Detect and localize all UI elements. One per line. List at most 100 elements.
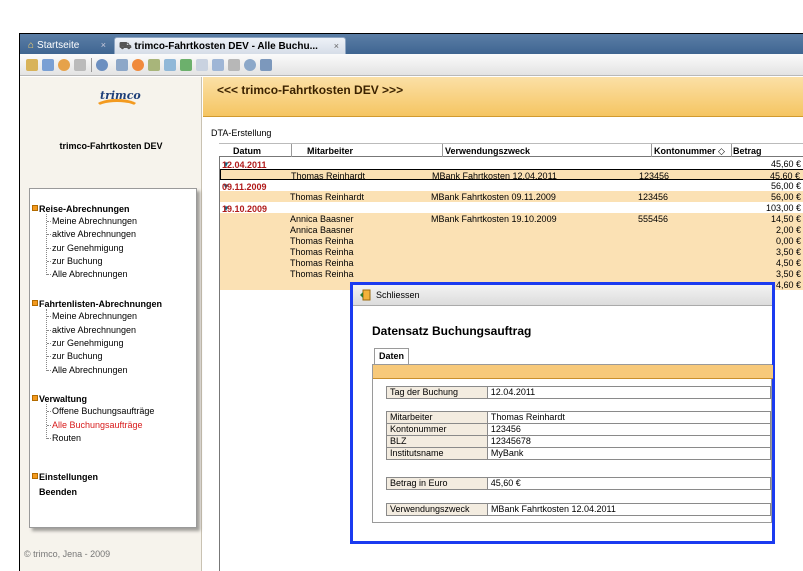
cell-account: 555456: [638, 214, 669, 224]
tab-startseite[interactable]: ⌂ Startseite ×: [24, 37, 112, 54]
table-row[interactable]: Thomas Reinha 3,50 €: [220, 246, 803, 257]
copyright: © trimco, Jena - 2009: [24, 549, 111, 559]
tool-icon[interactable]: [148, 59, 160, 71]
toolbar: [20, 54, 803, 76]
column-header-kontonummer[interactable]: Kontonummer ◇: [654, 146, 725, 157]
menu-item[interactable]: zur Buchung: [47, 256, 103, 266]
column-header-mitarbeiter[interactable]: Mitarbeiter: [307, 146, 353, 156]
tab-daten[interactable]: Daten: [374, 348, 410, 364]
menu-item[interactable]: aktive Abrechnungen: [47, 325, 136, 335]
home-icon: ⌂: [28, 40, 35, 51]
cell-employee: Thomas Reinha: [290, 258, 354, 268]
field-value: 123456: [486, 423, 772, 436]
collapse-icon[interactable]: [32, 300, 38, 306]
menu-group-fahrtenlisten[interactable]: Fahrtenlisten-Abrechnungen: [32, 299, 162, 309]
cell-amount: 3,50 €: [775, 247, 801, 257]
dialog-toolbar: Schliessen: [353, 285, 772, 306]
cell-amount: 4,60 €: [775, 280, 801, 290]
close-icon[interactable]: ×: [334, 38, 339, 55]
collapse-icon[interactable]: [32, 395, 38, 401]
copy-icon[interactable]: [74, 59, 86, 71]
column-separator: [651, 144, 652, 157]
menu-item[interactable]: zur Buchung: [47, 351, 103, 361]
refresh-icon[interactable]: [132, 59, 144, 71]
car-icon: ⛟: [119, 41, 135, 52]
group-sum: 56,00 €: [770, 181, 801, 191]
group-sum: 45,60 €: [770, 159, 801, 169]
menu-item[interactable]: Meine Abrechnungen: [47, 216, 137, 226]
tool-icon[interactable]: [164, 59, 176, 71]
toolbar-separator: [91, 58, 92, 72]
field-value: 12345678: [486, 435, 772, 448]
panel-header: [373, 365, 773, 379]
menu-group-verwaltung[interactable]: Verwaltung: [32, 394, 87, 404]
app-title: trimco-Fahrtkosten DEV: [59, 141, 163, 151]
tab-label: trimco-Fahrtkosten DEV - Alle Buchu...: [134, 41, 318, 52]
tab-alle-buchungen[interactable]: ⛟ trimco-Fahrtkosten DEV - Alle Buchu...…: [114, 37, 346, 54]
menu-item[interactable]: Offene Buchungsaufträge: [47, 406, 154, 416]
help-icon[interactable]: [96, 59, 108, 71]
table-row[interactable]: Thomas Reinha 0,00 €: [220, 235, 803, 246]
group-row[interactable]: ▼ 12.04.2011 45,60 €: [220, 158, 803, 170]
column-header-datum[interactable]: Datum: [233, 146, 261, 156]
cell-amount: 2,00 €: [775, 225, 801, 235]
field-label: Verwendungszweck: [386, 503, 488, 516]
column-separator: [291, 144, 292, 157]
list-icon[interactable]: [42, 59, 54, 71]
cell-employee: Thomas Reinhardt: [290, 192, 365, 202]
field-value: MyBank: [486, 447, 772, 460]
logo-swoosh: [94, 99, 140, 117]
table-row[interactable]: Thomas Reinha 4,50 €: [220, 257, 803, 268]
close-button[interactable]: Schliessen: [376, 290, 420, 300]
cell-account: 123456: [638, 192, 669, 202]
menu-group-einstellungen[interactable]: Einstellungen: [32, 472, 99, 482]
menu-group-reise[interactable]: Reise-Abrechnungen: [32, 204, 130, 214]
mail-icon[interactable]: [244, 59, 256, 71]
tool-icon[interactable]: [196, 59, 208, 71]
collapse-icon[interactable]: [32, 205, 38, 211]
field-value: Thomas Reinhardt: [486, 411, 772, 424]
column-separator: [731, 144, 732, 157]
tool-icon[interactable]: [212, 59, 224, 71]
cell-purpose: MBank Fahrtkosten 19.10.2009: [431, 214, 557, 224]
close-door-icon[interactable]: [359, 289, 371, 301]
close-icon[interactable]: ×: [101, 37, 106, 54]
cell-amount: 14,50 €: [770, 214, 801, 224]
tool-icon[interactable]: [180, 59, 192, 71]
menu-item[interactable]: Routen: [47, 433, 81, 443]
menu-item-active[interactable]: Alle Buchungsaufträge: [47, 420, 143, 430]
menu-item[interactable]: Meine Abrechnungen: [47, 311, 137, 321]
search-icon[interactable]: [228, 59, 240, 71]
menu-item[interactable]: Alle Abrechnungen: [47, 365, 128, 375]
menu-item[interactable]: aktive Abrechnungen: [47, 229, 136, 239]
table-row[interactable]: Thomas Reinha 3,50 €: [220, 268, 803, 279]
purpose-table: Verwendungszweck MBank Fahrtkosten 12.04.…: [386, 503, 772, 516]
column-header-verwendungszweck[interactable]: Verwendungszweck: [445, 146, 530, 156]
edit-icon[interactable]: [26, 59, 38, 71]
menu-item[interactable]: Alle Abrechnungen: [47, 269, 128, 279]
tab-panel: Tag der Buchung 12.04.2011 Mitarbeiter Tho…: [372, 364, 773, 523]
booking-table: Tag der Buchung 12.04.2011: [386, 386, 772, 399]
field-label: Institutsname: [386, 447, 488, 460]
banner: <<< trimco-Fahrtkosten DEV >>>: [203, 77, 803, 117]
print-icon[interactable]: [116, 59, 128, 71]
user-icon[interactable]: [58, 59, 70, 71]
group-row[interactable]: ▼ 09.11.2009 56,00 €: [220, 180, 803, 192]
menu-item[interactable]: zur Genehmigung: [47, 243, 124, 253]
field-label: Mitarbeiter: [386, 411, 488, 424]
field-label: Kontonummer: [386, 423, 488, 436]
table-row[interactable]: Annica Baasner MBank Fahrtkosten 19.10.2…: [220, 213, 803, 224]
group-row[interactable]: ▼ 19.10.2009 103,00 €: [220, 202, 803, 214]
menu-item[interactable]: zur Genehmigung: [47, 338, 124, 348]
tool-icon[interactable]: [260, 59, 272, 71]
field-value: MBank Fahrtkosten 12.04.2011: [486, 503, 772, 516]
cell-amount: 4,50 €: [775, 258, 801, 268]
expand-icon[interactable]: [32, 473, 38, 479]
column-header-betrag[interactable]: Betrag: [733, 146, 762, 156]
table-row[interactable]: Thomas Reinhardt MBank Fahrtkosten 09.11…: [220, 191, 803, 202]
table-row[interactable]: Annica Baasner 2,00 €: [220, 224, 803, 235]
cell-purpose: MBank Fahrtkosten 09.11.2009: [431, 192, 556, 202]
table-row-selected[interactable]: Thomas Reinhardt MBank Fahrtkosten 12.04…: [220, 169, 803, 181]
menu-beenden[interactable]: Beenden: [39, 487, 77, 497]
group-label: Einstellungen: [39, 472, 99, 482]
